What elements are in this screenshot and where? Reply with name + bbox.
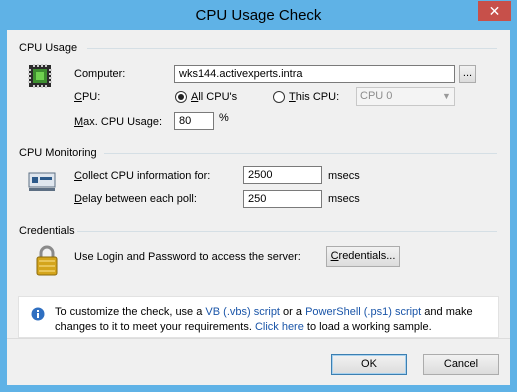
window-title: CPU Usage Check	[195, 7, 322, 24]
footer-divider	[7, 338, 510, 339]
cpu-chip-icon	[28, 64, 52, 88]
this-cpu-label[interactable]: This CPU:	[289, 91, 339, 103]
info-icon	[31, 307, 45, 321]
poll-delay-unit: msecs	[328, 193, 360, 205]
max-cpu-usage-label: Max. CPU Usage:	[74, 116, 163, 128]
percent-unit: %	[219, 112, 229, 124]
section-title-cpu-usage: CPU Usage	[19, 42, 78, 54]
all-cpus-radio[interactable]	[175, 91, 187, 103]
vbs-script-link[interactable]: VB (.vbs) script	[205, 306, 280, 318]
section-divider	[104, 153, 497, 154]
poll-delay-label: Delay between each poll:	[74, 193, 197, 205]
all-cpus-label[interactable]: All CPU's	[191, 91, 237, 103]
monitoring-gauge-icon	[28, 169, 56, 193]
section-divider	[87, 48, 497, 49]
this-cpu-select[interactable]: CPU 0 ▼	[356, 87, 455, 106]
info-panel: To customize the check, use a VB (.vbs) …	[18, 296, 499, 338]
this-cpu-select-value: CPU 0	[360, 90, 393, 102]
section-title-credentials: Credentials	[19, 225, 75, 237]
browse-computer-button[interactable]: ...	[459, 65, 476, 83]
this-cpu-radio[interactable]	[273, 91, 285, 103]
padlock-icon	[36, 244, 58, 276]
credentials-button[interactable]: Credentials...	[326, 246, 400, 267]
computer-label: Computer:	[74, 68, 126, 80]
collect-unit: msecs	[328, 170, 360, 182]
computer-input[interactable]: wks144.activexperts.intra	[174, 65, 455, 83]
dialog-window: CPU Usage Check ✕ CPU Usage Computer: wk…	[0, 0, 517, 392]
section-divider	[77, 231, 497, 232]
title-bar[interactable]: CPU Usage Check ✕	[0, 0, 517, 30]
click-here-link[interactable]: Click here	[255, 321, 304, 333]
credentials-description: Use Login and Password to access the ser…	[74, 251, 301, 263]
poll-delay-input[interactable]: 250	[243, 190, 322, 208]
collect-duration-input[interactable]: 2500	[243, 166, 322, 184]
collect-cpu-label: Collect CPU information for:	[74, 170, 211, 182]
chevron-down-icon: ▼	[442, 91, 451, 101]
info-text: To customize the check, use a VB (.vbs) …	[55, 306, 473, 333]
cancel-button[interactable]: Cancel	[423, 354, 499, 375]
powershell-script-link[interactable]: PowerShell (.ps1) script	[305, 306, 421, 318]
close-button[interactable]: ✕	[478, 1, 511, 21]
cpu-label: CPU:	[74, 91, 101, 103]
dialog-client-area: CPU Usage Computer: wks144.activexperts.…	[7, 30, 510, 385]
max-cpu-usage-input[interactable]: 80	[174, 112, 214, 130]
ok-button[interactable]: OK	[331, 354, 407, 375]
section-title-cpu-monitoring: CPU Monitoring	[19, 147, 97, 159]
close-icon: ✕	[488, 3, 501, 19]
